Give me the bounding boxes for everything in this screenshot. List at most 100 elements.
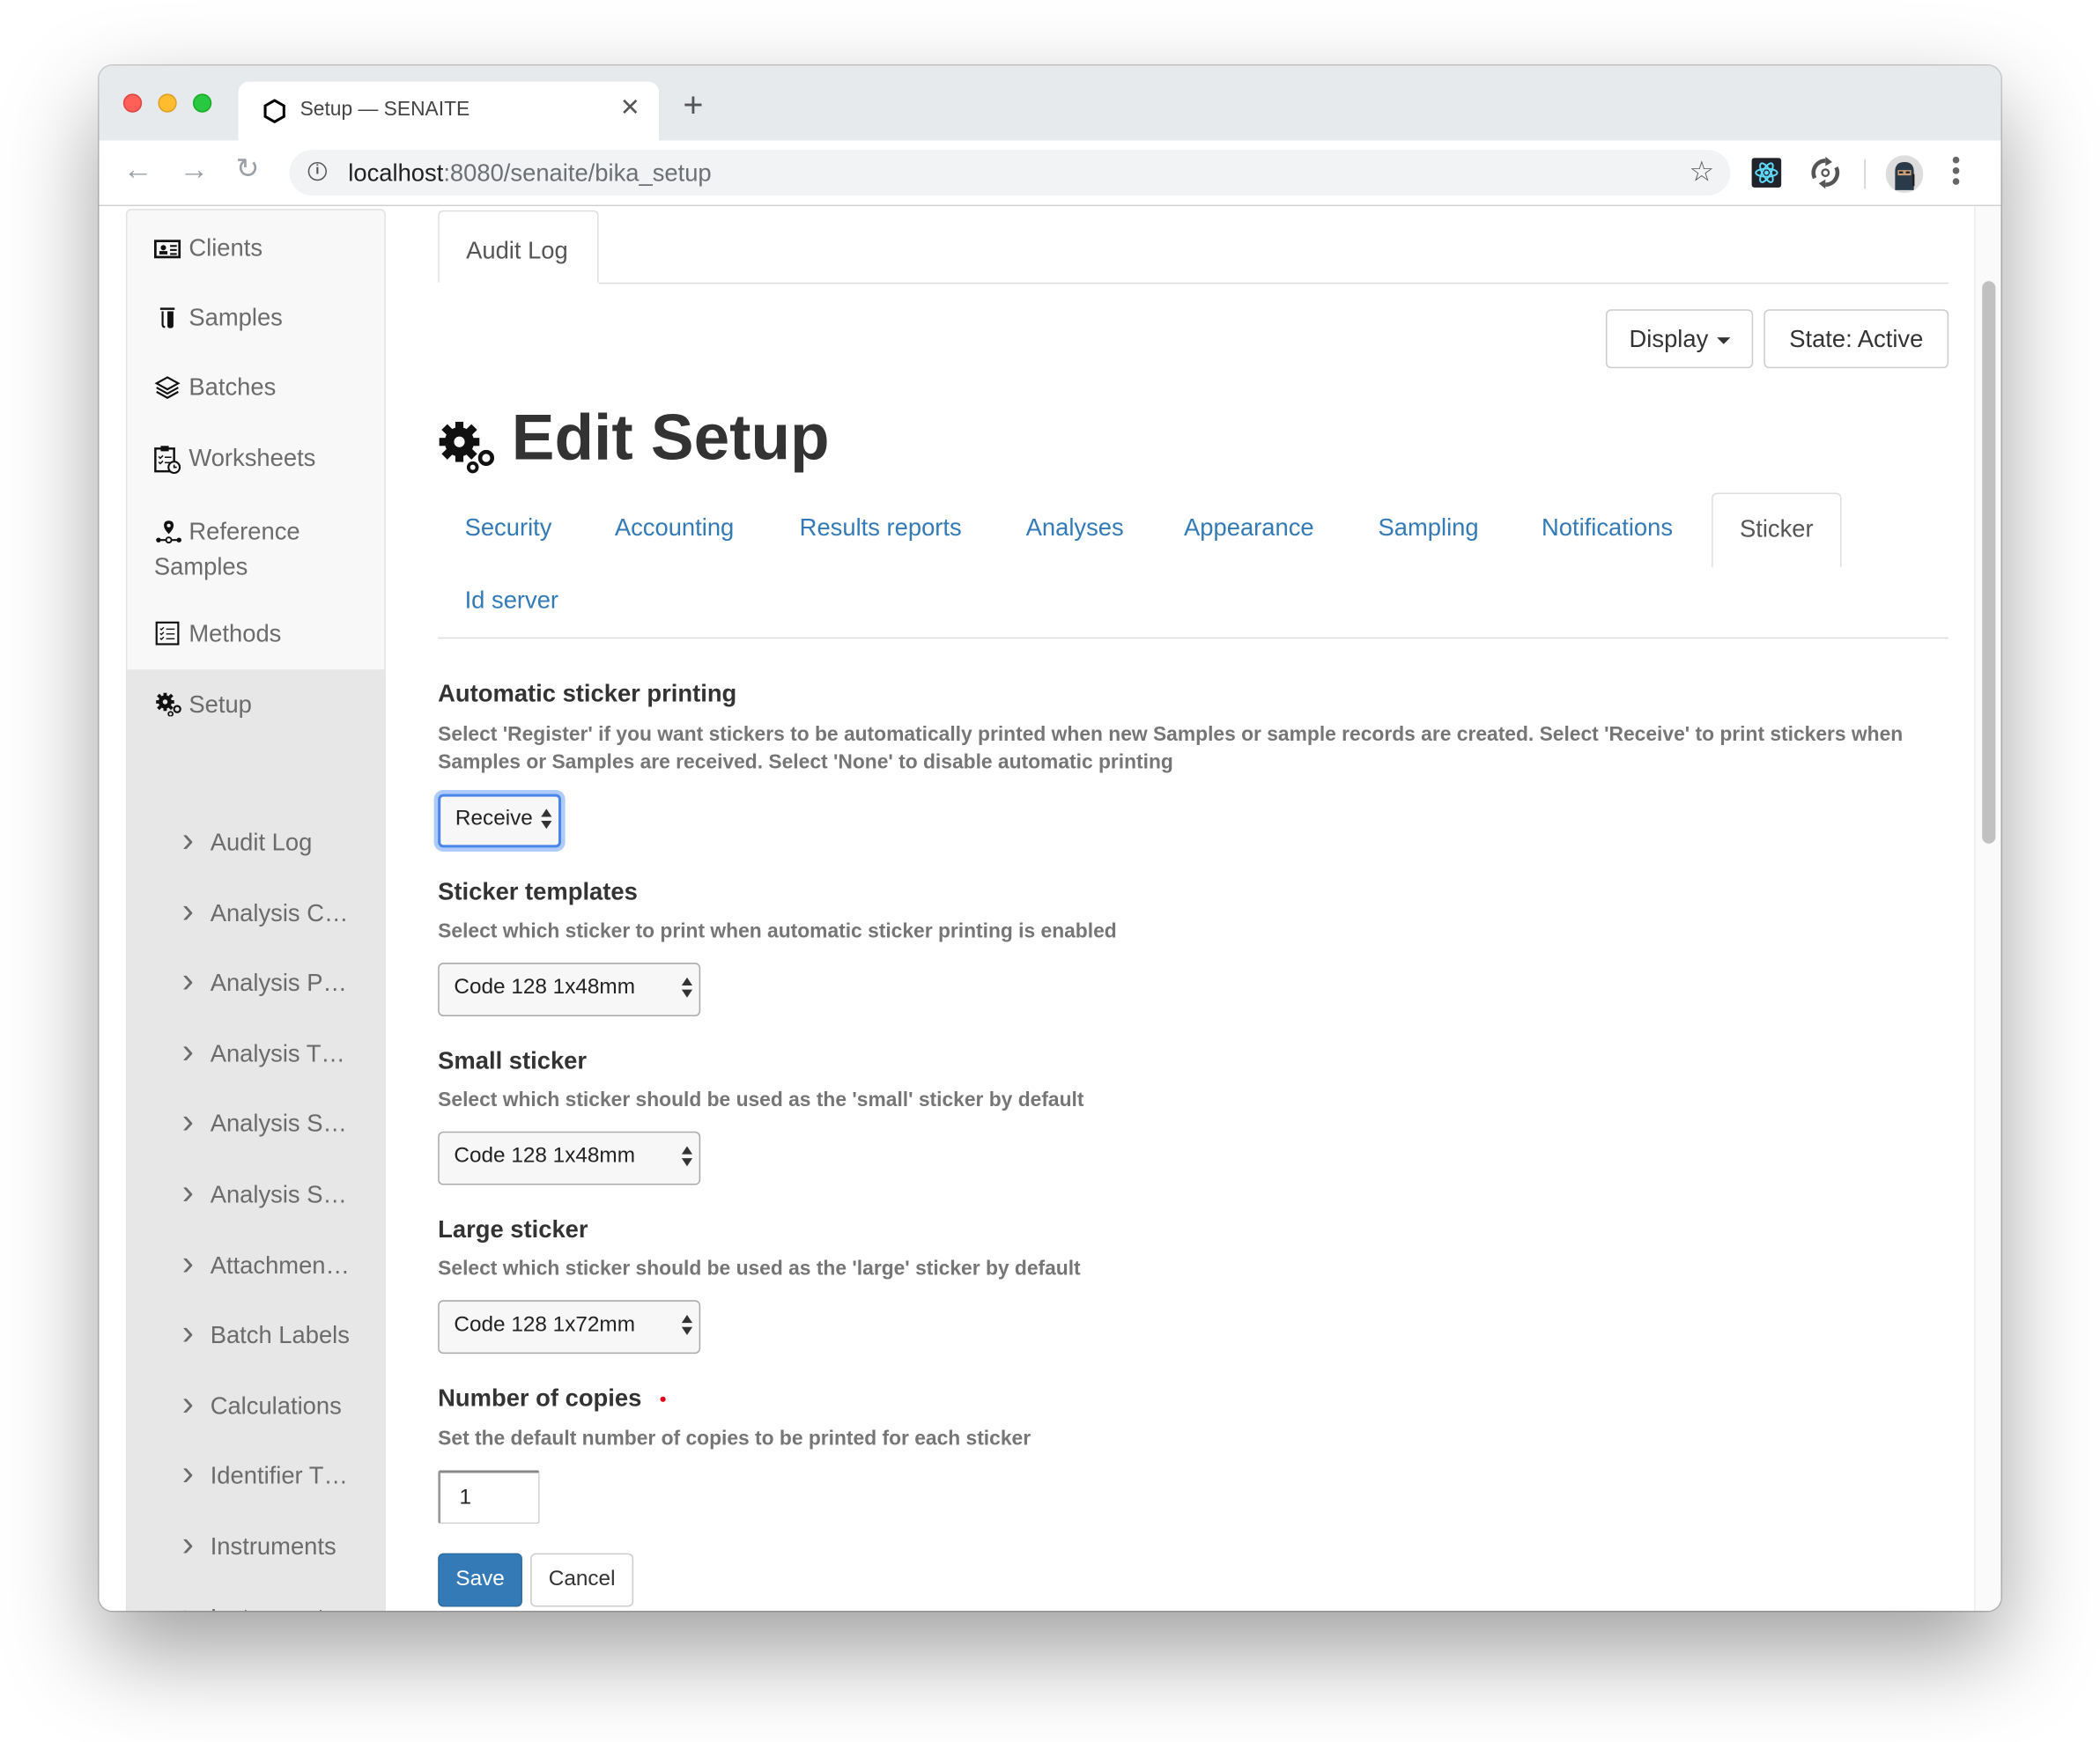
browser-window: Setup — SENAITE ✕ + ← → ↻ i localhost:80… <box>99 65 2001 1612</box>
new-tab-button[interactable]: + <box>683 87 703 122</box>
maximize-window-button[interactable] <box>192 93 212 113</box>
chevron-right-icon: › <box>181 1030 194 1072</box>
display-dropdown-button[interactable]: Display <box>1605 309 1754 369</box>
url-text[interactable]: localhost:8080/senaite/bika_setup <box>348 159 711 188</box>
large-sticker-help: Select which sticker should be used as t… <box>438 1257 1081 1281</box>
sidebar-item-label: Setup <box>189 690 252 718</box>
tab-appearance[interactable]: Appearance <box>1184 514 1314 543</box>
tab-sticker[interactable]: Sticker <box>1712 492 1842 568</box>
copies-input[interactable] <box>438 1470 540 1524</box>
chevron-right-icon: › <box>181 1242 194 1282</box>
sync-extension-icon[interactable] <box>1808 155 1844 190</box>
reload-icon[interactable]: ↻ <box>236 155 260 183</box>
copies-help: Set the default number of copies to be p… <box>438 1427 1032 1450</box>
toolbar-separator <box>1864 159 1866 189</box>
large-sticker-label: Large sticker <box>438 1215 588 1243</box>
sidebar-subitem-label: Instrument… <box>211 1604 349 1611</box>
sidebar-subitem-label: Analysis C… <box>210 899 349 926</box>
required-indicator-icon <box>660 1397 666 1403</box>
ninja-avatar-icon <box>1885 155 1924 193</box>
sidebar-item-label: Batches <box>189 373 277 401</box>
star-icon[interactable]: ☆ <box>1689 155 1714 188</box>
state-button[interactable]: State: Active <box>1764 309 1949 369</box>
screen: Setup — SENAITE ✕ + ← → ↻ i localhost:80… <box>0 0 2100 1742</box>
setup-tabs-divider <box>438 637 1949 639</box>
address-bar[interactable]: i localhost:8080/senaite/bika_setup ☆ <box>289 150 1731 196</box>
tab-accounting[interactable]: Accounting <box>615 514 734 543</box>
small-sticker-label: Small sticker <box>438 1046 588 1074</box>
sticker-templates-select[interactable]: Code 128 1x48mm <box>438 963 701 1016</box>
sticker-templates-value: Code 128 1x48mm <box>454 976 635 1000</box>
senaite-hexagon-icon <box>263 99 285 123</box>
chevron-right-icon: › <box>181 960 194 1001</box>
tab-results-reports[interactable]: Results reports <box>800 514 962 543</box>
copies-label-text: Number of copies <box>438 1384 642 1412</box>
sticker-templates-help: Select which sticker to print when autom… <box>438 919 1117 943</box>
tab-security[interactable]: Security <box>465 514 552 543</box>
tab-id-server[interactable]: Id server <box>465 587 558 615</box>
back-arrow-icon[interactable]: ← <box>123 155 152 184</box>
sidebar-subitem-label: Analysis S… <box>210 1180 347 1208</box>
profile-avatar[interactable] <box>1885 155 1924 193</box>
tab-title: Setup — SENAITE <box>299 97 470 121</box>
url-host: localhost <box>348 159 444 187</box>
tab-notifications[interactable]: Notifications <box>1542 514 1673 543</box>
sidebar-subitem-label: Analysis T… <box>210 1040 345 1067</box>
chevron-right-icon: › <box>181 1383 194 1423</box>
sidebar-subitem-label: Batch Labels <box>210 1321 350 1349</box>
tab-audit-log[interactable]: Audit Log <box>438 210 599 283</box>
caret-down-icon <box>1716 336 1730 344</box>
save-button[interactable]: Save <box>438 1553 522 1607</box>
select-arrows-icon <box>681 1315 693 1335</box>
sidebar-subitem-label: Calculations <box>210 1391 342 1420</box>
scrollbar-thumb[interactable] <box>1982 281 1996 844</box>
sidebar-subitem-label: Instruments <box>210 1532 336 1561</box>
sidebar-item-label: Reference Samples <box>153 518 300 580</box>
chevron-right-icon: › <box>181 1524 194 1564</box>
tab-analyses[interactable]: Analyses <box>1026 514 1124 543</box>
small-sticker-select[interactable]: Code 128 1x48mm <box>438 1131 701 1185</box>
auto-printing-label: Automatic sticker printing <box>438 680 737 707</box>
close-tab-icon[interactable]: ✕ <box>620 93 640 122</box>
auto-printing-select[interactable]: Receive <box>438 793 562 848</box>
sidebar-subitem-label: Attachmen… <box>210 1251 350 1279</box>
sticker-templates-label: Sticker templates <box>438 878 638 905</box>
select-arrows-icon <box>681 977 693 998</box>
forward-arrow-icon[interactable]: → <box>180 155 209 184</box>
clipboard-clock-icon <box>154 446 181 475</box>
large-sticker-value: Code 128 1x72mm <box>454 1313 635 1337</box>
sidebar-item-label: Clients <box>189 234 263 262</box>
url-path: :8080/senaite/bika_setup <box>443 159 712 187</box>
chevron-right-icon: › <box>182 1594 194 1611</box>
page-heading: Edit Setup <box>511 402 830 475</box>
minimize-window-button[interactable] <box>158 93 177 113</box>
browser-toolbar: ← → ↻ i localhost:8080/senaite/bika_setu… <box>99 140 2001 207</box>
cancel-button[interactable]: Cancel <box>530 1553 634 1607</box>
auto-printing-help: Select 'Register' if you want stickers t… <box>438 723 1904 774</box>
test-tubes-icon <box>159 307 175 328</box>
react-devtools-icon[interactable] <box>1751 158 1782 188</box>
more-vert-icon[interactable] <box>1952 156 1961 188</box>
large-sticker-select[interactable]: Code 128 1x72mm <box>438 1300 701 1354</box>
small-sticker-value: Code 128 1x48mm <box>454 1144 635 1168</box>
select-arrows-icon <box>681 1146 693 1167</box>
layers-icon <box>154 376 181 399</box>
small-sticker-help: Select which sticker should be used as t… <box>438 1089 1084 1111</box>
tab-sampling[interactable]: Sampling <box>1378 514 1478 543</box>
select-arrows-icon <box>541 808 552 830</box>
content-tabs-divider <box>598 282 1949 284</box>
gears-icon <box>156 692 181 717</box>
tab-audit-log-label: Audit Log <box>466 237 568 264</box>
sidebar-subitem-label: Analysis S… <box>210 1111 347 1138</box>
auto-printing-value: Receive <box>455 807 533 830</box>
page-viewport: Clients Samples Batches Worksheets Refer… <box>99 206 2001 1612</box>
display-button-label: Display <box>1629 325 1709 352</box>
sidebar-item-label: Samples <box>189 304 283 331</box>
checklist-icon <box>155 621 180 646</box>
info-icon[interactable]: i <box>307 161 327 181</box>
gears-icon <box>439 421 495 474</box>
chevron-right-icon: › <box>181 819 194 860</box>
browser-tab[interactable]: Setup — SENAITE ✕ <box>238 81 660 141</box>
chevron-right-icon: › <box>181 889 194 931</box>
close-window-button[interactable] <box>122 93 143 113</box>
